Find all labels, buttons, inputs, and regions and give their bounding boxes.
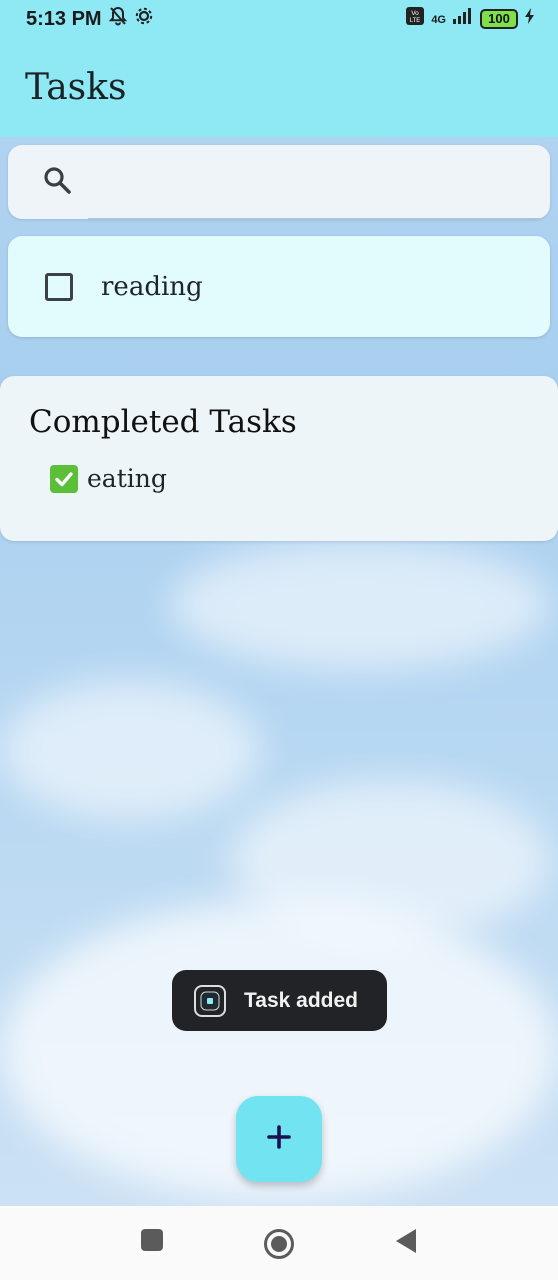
add-icon [266,1124,292,1154]
recents-button[interactable] [140,1228,164,1256]
charging-icon [524,7,536,31]
check-mark-icon [50,464,78,493]
toast-message: Task added [244,988,358,1012]
svg-text:LTE: LTE [410,18,421,24]
add-task-button[interactable] [236,1096,322,1182]
toast: Task added [172,970,387,1031]
svg-text:Vo: Vo [412,10,420,17]
status-bar: 5:13 PM Vo LTE 4G 100 [0,0,558,38]
background-cloud [0,680,260,820]
search-bar[interactable] [8,145,550,219]
app-icon [194,984,226,1017]
navigation-bar [0,1206,558,1280]
status-time: 5:13 PM [26,7,102,30]
settings-icon [134,6,154,32]
completed-task-label: eating [87,464,167,493]
app-bar: Tasks [0,38,558,137]
volte-icon: Vo LTE [405,6,425,32]
background-cloud [170,540,550,670]
search-underline [88,218,544,219]
home-button[interactable] [263,1228,295,1264]
search-input[interactable] [72,145,550,219]
completed-tasks-title: Completed Tasks [29,404,297,440]
signal-icon [452,7,474,31]
battery-icon: 100 [480,9,518,29]
completed-task-item[interactable]: eating [50,464,558,493]
search-icon[interactable] [42,165,72,199]
page-title: Tasks [25,67,127,108]
notifications-off-icon [108,6,128,32]
completed-tasks-card: Completed Tasks eating [0,376,558,541]
battery-level: 100 [488,11,510,26]
back-button[interactable] [394,1228,418,1258]
task-card[interactable]: reading [8,236,550,337]
task-checkbox[interactable] [45,272,73,301]
network-type: 4G [431,14,446,26]
task-label: reading [101,271,203,302]
